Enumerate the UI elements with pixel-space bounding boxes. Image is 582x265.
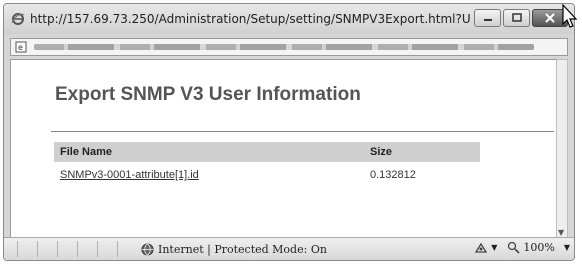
zoom-level: 100%	[523, 241, 555, 254]
status-cell	[4, 241, 18, 257]
window-title: http://157.69.73.250/Administration/Setu…	[30, 12, 470, 26]
chevron-down-icon: ▼	[563, 243, 570, 252]
globe-icon	[140, 242, 154, 256]
header-size: Size	[364, 142, 480, 162]
zoom-control[interactable]: 100% ▼	[507, 241, 570, 254]
file-download-link[interactable]: SNMPv3-0001-attribute[1].id	[60, 169, 199, 181]
maximize-icon	[511, 13, 522, 22]
blurred-url	[34, 44, 534, 50]
address-bar[interactable]: e	[10, 38, 568, 56]
status-cell	[18, 241, 38, 257]
title-bar[interactable]: http://157.69.73.250/Administration/Setu…	[4, 4, 574, 34]
page-title: Export SNMP V3 User Information	[55, 84, 361, 105]
svg-text:e: e	[18, 43, 23, 52]
vertical-scrollbar[interactable]: ▼	[556, 59, 568, 240]
settings-icon	[475, 242, 488, 253]
header-file-name: File Name	[54, 142, 364, 162]
status-bar: Internet | Protected Mode: On ▼ 100% ▼	[4, 237, 574, 260]
scroll-down-icon[interactable]: ▼	[558, 228, 564, 237]
table-row: SNMPv3-0001-attribute[1].id 0.132812	[54, 162, 480, 183]
title-divider	[51, 131, 554, 132]
file-name-cell: SNMPv3-0001-attribute[1].id	[54, 162, 364, 183]
close-icon	[545, 13, 555, 23]
maximize-button[interactable]	[503, 9, 530, 27]
status-cell	[78, 241, 98, 257]
file-table: File Name Size SNMPv3-0001-attribute[1].…	[54, 142, 480, 183]
status-cell	[98, 241, 118, 257]
mouse-pointer-icon	[562, 4, 578, 28]
zoom-icon	[508, 241, 520, 254]
minimize-button[interactable]	[474, 9, 501, 27]
protection-settings-button[interactable]: ▼	[474, 242, 497, 254]
status-cell	[58, 241, 78, 257]
status-cell	[38, 241, 58, 257]
minimize-icon	[483, 19, 492, 21]
table-header-row: File Name Size	[54, 142, 480, 162]
file-size-cell: 0.132812	[370, 169, 416, 181]
browser-popup-window: http://157.69.73.250/Administration/Setu…	[3, 3, 575, 261]
ie-logo-icon	[10, 11, 26, 27]
page-icon: e	[14, 40, 28, 54]
chevron-down-icon: ▼	[491, 243, 498, 252]
security-zone[interactable]: Internet | Protected Mode: On	[140, 242, 370, 256]
zone-text: Internet | Protected Mode: On	[158, 242, 327, 256]
page-content: Export SNMP V3 User Information File Nam…	[10, 59, 560, 240]
